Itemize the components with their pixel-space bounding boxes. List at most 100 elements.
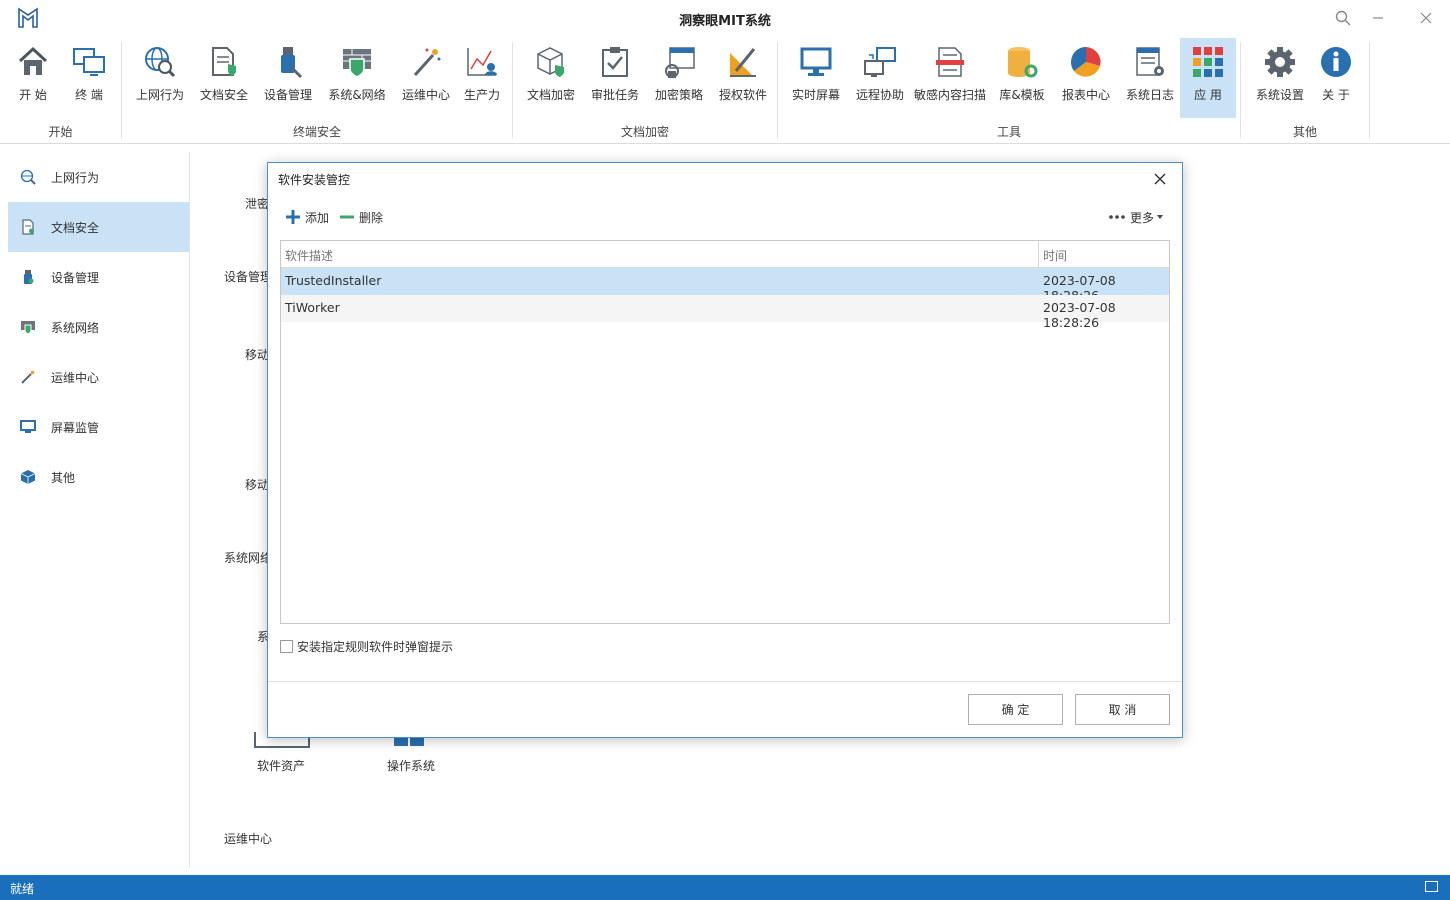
ribbon-button-label: 运维中心 bbox=[401, 88, 450, 102]
tile-label-software-assets[interactable]: 软件资产 bbox=[257, 757, 305, 774]
sidebar-item-device-management[interactable]: 设备管理 bbox=[8, 252, 189, 302]
ribbon-button-system-network[interactable]: 系统&网络 bbox=[324, 38, 390, 118]
monitor-icon bbox=[796, 42, 836, 82]
ribbon-button-report-center[interactable]: 报表中心 bbox=[1058, 38, 1114, 118]
ribbon-button-document-security[interactable]: 文档安全 bbox=[196, 38, 252, 118]
sidebar-item-document-security[interactable]: 文档安全 bbox=[8, 202, 189, 252]
sidebar-item-other[interactable]: 其他 bbox=[8, 452, 189, 502]
group-label: 工具 bbox=[996, 125, 1021, 139]
footer-divider bbox=[268, 681, 1182, 682]
cancel-button[interactable]: 取 消 bbox=[1075, 694, 1170, 725]
document-icon bbox=[19, 218, 37, 236]
more-menu-button[interactable]: 更多 bbox=[1108, 207, 1164, 227]
tile-label-operating-system[interactable]: 操作系统 bbox=[387, 757, 435, 774]
dialog-close-button[interactable] bbox=[1150, 169, 1170, 189]
cube-icon bbox=[19, 468, 37, 486]
database-icon bbox=[1002, 42, 1042, 82]
minimize-button[interactable] bbox=[1366, 6, 1390, 30]
ribbon-button-device-management[interactable]: 设备管理 bbox=[260, 38, 316, 118]
ribbon-button-realtime-screen[interactable]: 实时屏幕 bbox=[788, 38, 844, 118]
group-label: 文档加密 bbox=[620, 125, 669, 139]
checkbox-box[interactable] bbox=[280, 640, 293, 653]
ribbon-button-ops-center[interactable]: 运维中心 bbox=[398, 38, 454, 118]
approval-clipboard-icon bbox=[595, 42, 635, 82]
web-behavior-icon bbox=[140, 42, 180, 82]
group-label: 开始 bbox=[48, 125, 73, 139]
ribbon-button-label: 系统设置 bbox=[1255, 88, 1304, 102]
group-label: 其他 bbox=[1292, 125, 1317, 139]
plus-icon bbox=[286, 210, 300, 224]
ribbon-button-label: 库&模板 bbox=[999, 88, 1045, 102]
document-security-icon bbox=[204, 42, 244, 82]
software-install-control-dialog: 软件安装管控 添加 删除 更多 软件描述 时间 TrustedInstaller… bbox=[267, 162, 1183, 738]
ellipsis-icon bbox=[1109, 215, 1125, 219]
sidebar-item-label: 运维中心 bbox=[51, 370, 100, 385]
more-button-label: 更多 bbox=[1129, 210, 1154, 225]
ribbon-button-start[interactable]: 开 始 bbox=[8, 38, 58, 118]
terminal-icon bbox=[69, 42, 109, 82]
search-icon[interactable] bbox=[1331, 6, 1355, 30]
shield-network-icon bbox=[19, 318, 37, 336]
sidebar-item-ops-center[interactable]: 运维中心 bbox=[8, 352, 189, 402]
chevron-down-icon bbox=[1157, 215, 1163, 219]
sidebar: 上网行为 文档安全 设备管理 系统网络 运维中心 屏幕监管 其他 bbox=[8, 152, 190, 868]
table-row[interactable]: TiWorker 2023-07-08 18:28:26 bbox=[281, 295, 1169, 330]
keyboard-icon[interactable] bbox=[1425, 881, 1438, 892]
sidebar-item-web-behavior[interactable]: 上网行为 bbox=[8, 152, 189, 202]
group-separator bbox=[1369, 42, 1370, 138]
sidebar-item-system-network[interactable]: 系统网络 bbox=[8, 302, 189, 352]
minus-icon bbox=[340, 215, 354, 219]
sidebar-item-screen-supervision[interactable]: 屏幕监管 bbox=[8, 402, 189, 452]
encryption-policy-icon bbox=[659, 42, 699, 82]
popup-prompt-checkbox[interactable]: 安装指定规则软件时弹窗提示 bbox=[280, 638, 453, 655]
cell-description: TrustedInstaller bbox=[285, 273, 382, 288]
ok-button[interactable]: 确 定 bbox=[968, 694, 1063, 725]
ribbon-button-apps[interactable]: 应 用 bbox=[1180, 38, 1236, 118]
ribbon-button-encryption-policy[interactable]: 加密策略 bbox=[651, 38, 707, 118]
remote-assist-icon bbox=[860, 42, 900, 82]
ribbon-button-label: 开 始 bbox=[19, 88, 47, 102]
ribbon-button-productivity[interactable]: 生产力 bbox=[460, 38, 504, 118]
cell-time: 2023-07-08 18:28:26 bbox=[1043, 300, 1116, 330]
ribbon-button-about[interactable]: 关 于 bbox=[1310, 38, 1362, 118]
ribbon-button-web-behavior[interactable]: 上网行为 bbox=[132, 38, 188, 118]
sidebar-item-label: 屏幕监管 bbox=[51, 420, 100, 435]
grid-header: 软件描述 时间 bbox=[281, 241, 1169, 268]
section-label: 移动 bbox=[245, 348, 270, 362]
ribbon-button-sensitive-scan[interactable]: 敏感内容扫描 bbox=[912, 38, 988, 118]
column-separator[interactable] bbox=[1038, 241, 1039, 268]
ribbon-button-terminal[interactable]: 终 端 bbox=[64, 38, 114, 118]
software-list-grid: 软件描述 时间 TrustedInstaller 2023-07-08 18:2… bbox=[280, 240, 1170, 624]
ribbon-button-document-encryption[interactable]: 文档加密 bbox=[523, 38, 579, 118]
pie-chart-icon bbox=[1066, 42, 1106, 82]
ribbon-button-label: 关 于 bbox=[1322, 88, 1350, 102]
device-management-icon bbox=[268, 42, 308, 82]
ribbon-button-remote-assist[interactable]: 远程协助 bbox=[852, 38, 908, 118]
add-button-label: 添加 bbox=[305, 210, 330, 225]
add-button[interactable]: 添加 bbox=[285, 207, 329, 227]
section-label: 设备管理 bbox=[224, 270, 273, 284]
ribbon-button-system-settings[interactable]: 系统设置 bbox=[1252, 38, 1308, 118]
section-label: 泄密 bbox=[245, 197, 270, 211]
checkbox-label: 安装指定规则软件时弹窗提示 bbox=[297, 640, 454, 654]
ribbon-button-approval-tasks[interactable]: 审批任务 bbox=[587, 38, 643, 118]
delete-button[interactable]: 删除 bbox=[339, 207, 383, 227]
ribbon-button-library-template[interactable]: 库&模板 bbox=[994, 38, 1050, 118]
ribbon-button-authorized-software[interactable]: 授权软件 bbox=[715, 38, 771, 118]
table-row[interactable]: TrustedInstaller 2023-07-08 18:28:26 bbox=[281, 268, 1169, 303]
magic-wand-icon bbox=[406, 42, 446, 82]
cell-description: TiWorker bbox=[285, 300, 340, 315]
ribbon-button-label: 审批任务 bbox=[590, 88, 639, 102]
column-header-time[interactable]: 时间 bbox=[1043, 247, 1067, 264]
ribbon-button-system-log[interactable]: 系统日志 bbox=[1122, 38, 1178, 118]
group-label: 终端安全 bbox=[292, 125, 341, 139]
delete-button-label: 删除 bbox=[359, 210, 384, 225]
ribbon-button-label: 终 端 bbox=[75, 88, 103, 102]
ribbon-button-label: 实时屏幕 bbox=[791, 88, 840, 102]
title-bar: 洞察眼MIT系统 bbox=[0, 0, 1450, 36]
column-header-description[interactable]: 软件描述 bbox=[285, 247, 333, 264]
sidebar-item-label: 上网行为 bbox=[51, 170, 100, 185]
close-window-button[interactable] bbox=[1414, 6, 1438, 30]
status-text: 就绪 bbox=[10, 882, 35, 896]
ribbon-button-label: 敏感内容扫描 bbox=[913, 88, 986, 102]
